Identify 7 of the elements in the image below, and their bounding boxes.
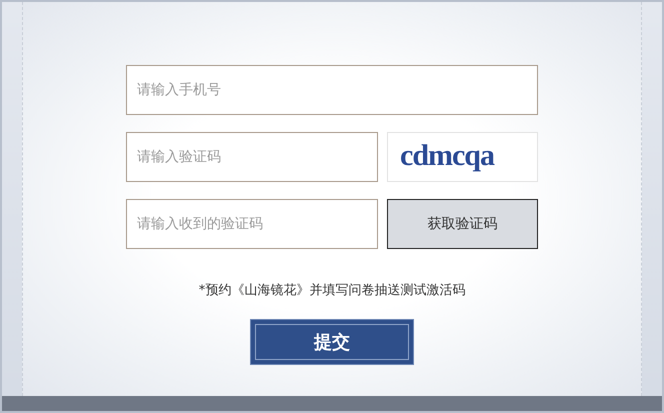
sms-code-field[interactable]: 请输入收到的验证码: [126, 199, 378, 249]
get-code-button[interactable]: 获取验证码: [387, 199, 538, 249]
phone-field[interactable]: 请输入手机号: [126, 65, 538, 115]
submit-button[interactable]: 提交: [250, 319, 414, 365]
captcha-image[interactable]: cdmcqa: [387, 132, 538, 182]
captcha-field[interactable]: 请输入验证码: [126, 132, 378, 182]
note-text: *预约《山海镜花》并填写问卷抽送测试激活码: [198, 282, 466, 299]
